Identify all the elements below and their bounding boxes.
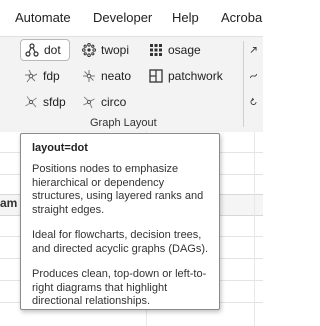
tooltip-title: layout=dot bbox=[32, 142, 88, 154]
layout-fdp-button[interactable]: fdp bbox=[20, 65, 64, 87]
neato-layout-icon bbox=[83, 70, 95, 82]
tooltip-use-cases: Ideal for flowcharts, decision trees, an… bbox=[32, 229, 209, 255]
connector-button[interactable] bbox=[249, 65, 263, 87]
layout-neato-button[interactable]: neato bbox=[78, 65, 135, 87]
layout-neato-label: neato bbox=[101, 69, 132, 83]
menu-automate[interactable]: Automate bbox=[15, 10, 71, 25]
layout-patchwork-button[interactable]: patchwork bbox=[145, 65, 227, 87]
sfdp-layout-icon bbox=[25, 96, 37, 108]
layout-osage-label: osage bbox=[168, 43, 201, 57]
layout-dot-button[interactable]: dot bbox=[20, 39, 70, 61]
layout-fdp-label: fdp bbox=[43, 69, 60, 83]
layout-tooltip: layout=dot Positions nodes to emphasize … bbox=[20, 133, 220, 310]
resize-button[interactable] bbox=[249, 39, 263, 61]
expand-arrow-icon bbox=[250, 46, 257, 53]
layout-twopi-label: twopi bbox=[101, 43, 130, 57]
graph-layout-group-label: Graph Layout bbox=[90, 117, 157, 129]
dot-layout-icon bbox=[25, 43, 39, 57]
layout-dot-label: dot bbox=[44, 43, 61, 57]
layout-osage-button[interactable]: osage bbox=[145, 39, 205, 61]
connector-icon bbox=[249, 73, 258, 79]
column-divider bbox=[254, 132, 255, 326]
fdp-layout-icon bbox=[25, 69, 38, 83]
ribbon: dot twopi osage fdp neato patchwork sfdp… bbox=[0, 36, 263, 134]
layout-patchwork-label: patchwork bbox=[168, 69, 223, 83]
menu-bar: Automate Developer Help Acroba bbox=[0, 0, 263, 36]
menu-help[interactable]: Help bbox=[172, 10, 199, 25]
layout-twopi-button[interactable]: twopi bbox=[78, 39, 133, 61]
menu-acrobat[interactable]: Acroba bbox=[221, 10, 262, 25]
refresh-button[interactable] bbox=[249, 91, 263, 113]
menu-developer[interactable]: Developer bbox=[93, 10, 152, 25]
column-header-text: am bbox=[0, 196, 18, 210]
layout-sfdp-label: sfdp bbox=[43, 95, 66, 109]
ribbon-group-divider bbox=[243, 41, 244, 127]
osage-layout-icon bbox=[150, 44, 162, 56]
tooltip-result: Produces clean, top-down or left-to-righ… bbox=[32, 268, 207, 307]
twopi-layout-icon bbox=[82, 43, 96, 57]
circo-layout-icon bbox=[83, 96, 95, 109]
layout-circo-button[interactable]: circo bbox=[78, 91, 130, 113]
tooltip-description: Positions nodes to emphasize hierarchica… bbox=[32, 163, 204, 216]
layout-circo-label: circo bbox=[101, 95, 127, 109]
refresh-icon bbox=[250, 97, 257, 105]
patchwork-layout-icon bbox=[149, 69, 163, 83]
layout-sfdp-button[interactable]: sfdp bbox=[20, 91, 70, 113]
